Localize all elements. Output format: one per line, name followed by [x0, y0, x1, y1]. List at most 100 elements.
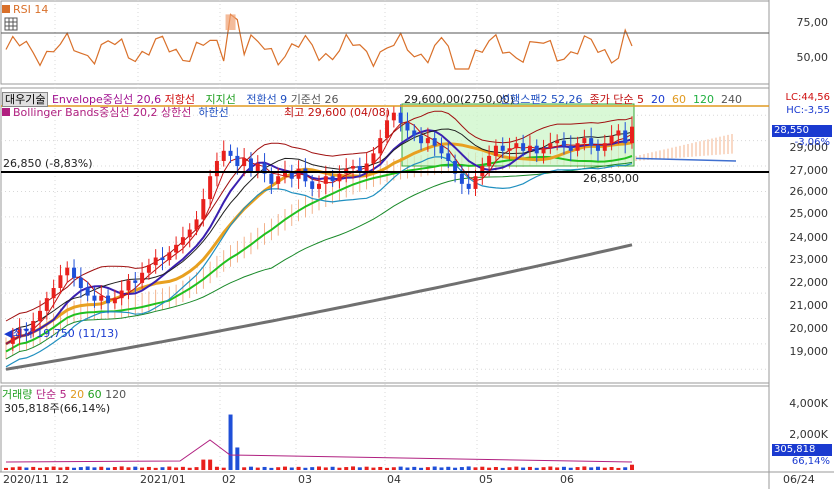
legend-conversion: 전환선 9: [246, 93, 288, 106]
volume-bar: [323, 467, 328, 470]
volume-legend-title: 거래량: [2, 388, 33, 401]
volume-legend-120: 120: [105, 388, 127, 401]
candle-body: [187, 229, 192, 238]
volume-bar: [153, 467, 158, 470]
volume-bar: [561, 466, 566, 470]
ref-line-label: 26,850 (-8,83%): [3, 157, 93, 170]
x-label: 05: [479, 473, 493, 486]
volume-pct-tag: 66,14%: [791, 456, 830, 467]
candle-body: [561, 140, 566, 146]
volume-tag: 305,818: [772, 444, 832, 456]
candle-body: [323, 176, 328, 184]
y-label: 25,000: [789, 207, 829, 220]
candle-body: [269, 173, 274, 184]
candle-body: [317, 183, 321, 189]
candle-body: [214, 160, 219, 177]
volume-bar: [616, 467, 621, 470]
volume-bar: [378, 466, 383, 470]
candle-body: [194, 219, 199, 230]
volume-bar: [44, 467, 49, 470]
rsi-level-label-75: 75,00: [796, 16, 829, 29]
legend-ma60: 60: [671, 93, 686, 106]
candle-body: [133, 280, 138, 283]
candle-body: [65, 267, 70, 276]
volume-bar: [221, 467, 226, 470]
volume-bar: [4, 467, 8, 470]
volume-bar: [235, 447, 240, 470]
volume-bar: [609, 467, 614, 470]
volume-bar: [58, 467, 63, 470]
legend-upper-band: 상한선: [161, 106, 192, 119]
candle-body: [160, 257, 165, 261]
candle-body: [92, 295, 97, 301]
volume-bar: [439, 467, 444, 470]
volume-bar: [351, 466, 356, 470]
volume-bar: [24, 467, 29, 470]
volume-bar: [541, 467, 546, 470]
price-legend-row-1b: 선행스팬2 52,26 종가 단순 5 20 60 120 240: [500, 93, 742, 106]
x-label: 12: [55, 473, 69, 486]
candle-body: [425, 138, 430, 144]
candle-body: [99, 295, 104, 301]
x-label: 06: [560, 473, 574, 486]
chart-canvas[interactable]: [0, 0, 834, 489]
volume-bar: [500, 467, 505, 470]
volume-bar: [602, 467, 607, 470]
volume-bar: [255, 467, 260, 470]
candle-body: [126, 280, 131, 291]
candle-body: [541, 148, 546, 154]
volume-bar: [589, 467, 594, 470]
volume-bar: [38, 467, 43, 470]
candle-body: [412, 130, 417, 136]
volume-bar: [391, 467, 396, 470]
volume-bar: [133, 466, 138, 470]
volume-bar: [174, 467, 179, 470]
rsi-overbought-fill: [225, 14, 236, 30]
volume-bar: [385, 467, 390, 470]
candle-body: [473, 176, 478, 189]
y-label: 26,000: [789, 185, 829, 198]
legend-support: 지지선: [205, 93, 236, 106]
candle-body: [371, 153, 376, 164]
x-label: 02: [222, 473, 236, 486]
candle-body: [140, 272, 145, 283]
candle-body: [527, 145, 532, 151]
volume-bar: [310, 467, 315, 470]
x-label: 04: [387, 473, 401, 486]
y-label: 20,000: [789, 322, 829, 335]
candle-body: [466, 183, 471, 189]
candle-body: [521, 143, 526, 151]
legend-ma240: 240: [720, 93, 742, 106]
ref-line-value: 26,850,00: [583, 172, 639, 185]
legend-badge[interactable]: 대우기술: [2, 92, 49, 107]
candle-body: [391, 112, 396, 121]
candle-body: [221, 150, 226, 161]
volume-bar: [140, 467, 145, 470]
volume-bar: [112, 467, 117, 470]
volume-bar: [242, 467, 247, 470]
price-legend-row-2: Bollinger Bands중심선 20,2 상한선 하한선: [2, 106, 229, 119]
low-note: ◀최저 19,750 (11/13): [4, 327, 118, 340]
y-label: 19,000: [789, 345, 829, 358]
candle-body: [248, 158, 253, 172]
volume-bar: [17, 466, 22, 470]
volume-bar: [555, 467, 560, 470]
candle-body: [51, 288, 56, 299]
candle-body: [405, 122, 410, 131]
volume-bar: [194, 467, 199, 470]
volume-bar: [248, 466, 253, 470]
volume-bar: [357, 467, 362, 470]
volume-bar: [521, 467, 526, 470]
grid-icon[interactable]: [4, 17, 18, 31]
rsi-legend: RSI 14: [2, 3, 48, 16]
candle-body: [351, 166, 356, 169]
volume-bar: [296, 466, 301, 470]
volume-bar: [78, 467, 83, 470]
low-note-text: 최저 19,750 (11/13): [12, 327, 119, 340]
volume-bar: [514, 466, 519, 470]
candle-body: [439, 145, 444, 154]
volume-bar: [126, 467, 131, 470]
volume-summary: 305,818주(66,14%): [4, 402, 111, 415]
volume-bar: [425, 467, 430, 470]
candle-body: [616, 130, 621, 136]
